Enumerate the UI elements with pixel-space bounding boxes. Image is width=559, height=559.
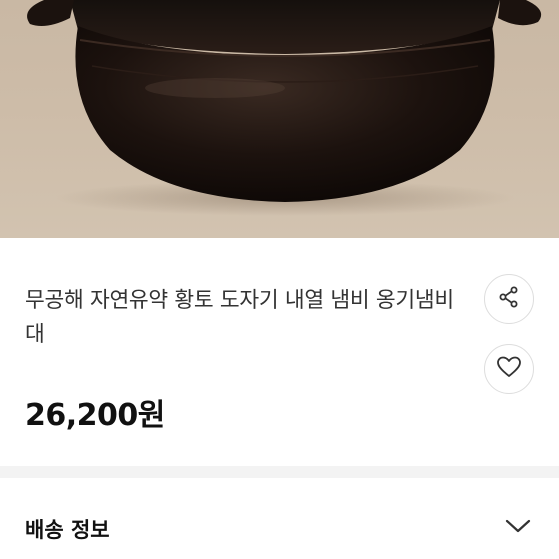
like-button[interactable] [484, 344, 534, 394]
section-divider [0, 466, 559, 478]
product-image[interactable] [0, 0, 559, 238]
share-icon [497, 285, 521, 313]
heart-icon [496, 355, 522, 383]
product-price: 26,200원 [25, 398, 165, 433]
chevron-down-icon[interactable] [505, 518, 531, 538]
shipping-info-section[interactable]: 배송 정보 [0, 478, 559, 559]
shipping-info-label: 배송 정보 [25, 518, 110, 542]
share-button[interactable] [484, 274, 534, 324]
product-info: 무공해 자연유약 황토 도자기 내열 냄비 옹기냄비 대 26,200원 [0, 238, 559, 466]
product-title: 무공해 자연유약 황토 도자기 내열 냄비 옹기냄비 대 [25, 288, 454, 347]
